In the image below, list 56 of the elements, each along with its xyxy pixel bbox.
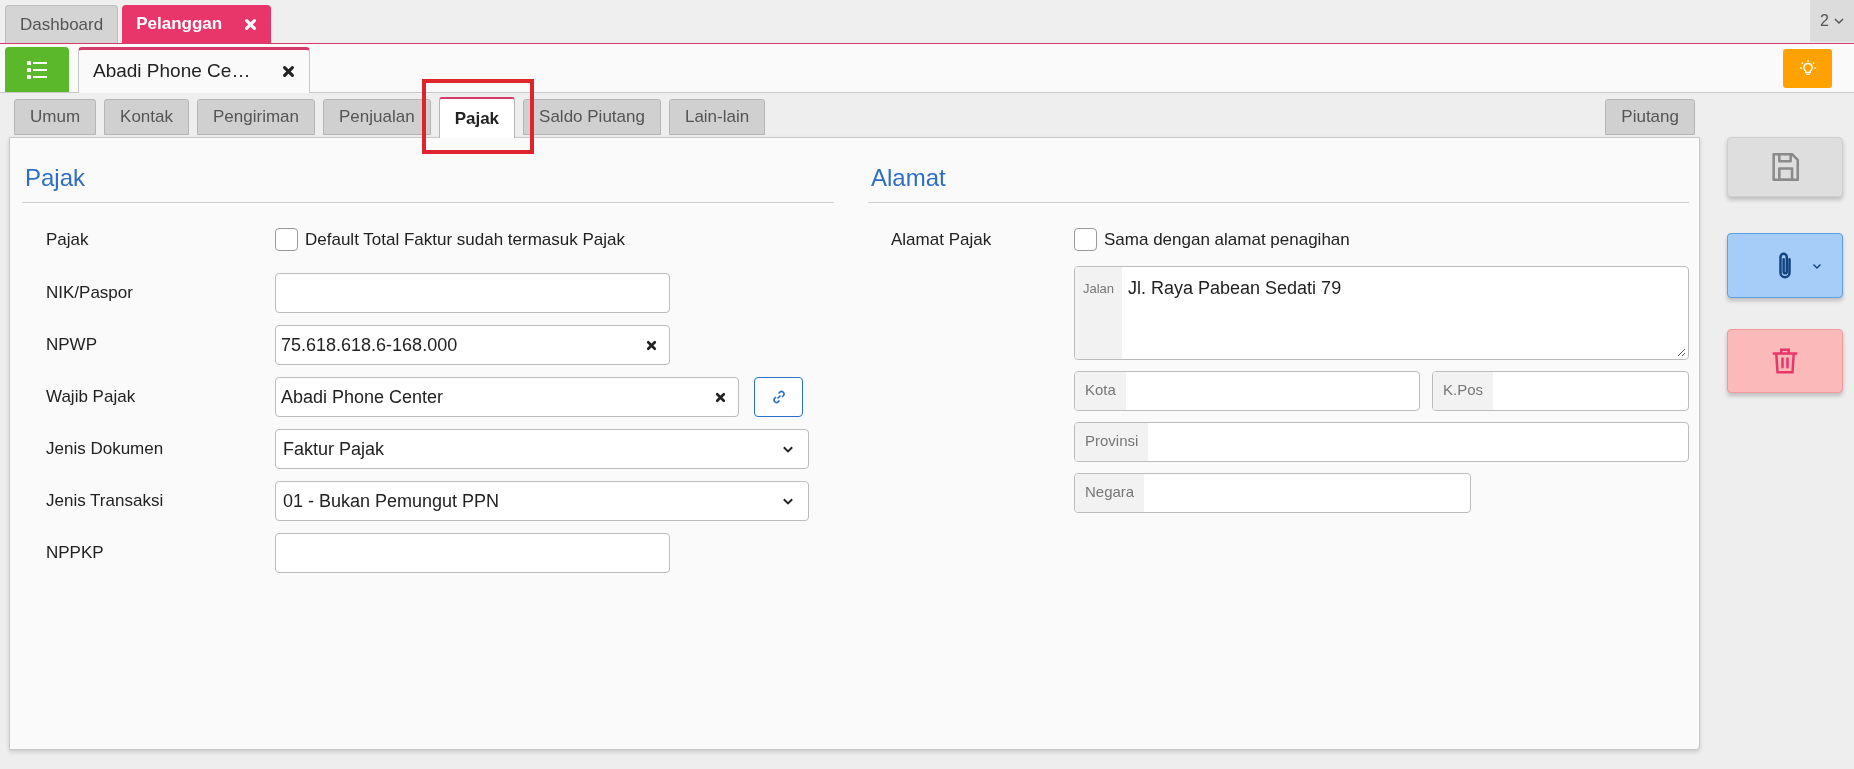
lightbulb-icon [1798,59,1817,77]
app-tab[interactable]: Pelanggan [122,5,272,43]
form-tab[interactable]: Piutang [1605,99,1695,135]
field-label: Alamat Pajak [890,229,993,251]
input-addon: Provinsi [1075,422,1149,461]
list-menu-button[interactable] [5,47,69,92]
checkbox-label: Sama dengan alamat penagihan [1104,229,1350,251]
form-tab[interactable]: Umum [14,99,97,135]
checkbox[interactable] [1074,228,1097,252]
form-tab[interactable]: Saldo Piutang [523,99,661,135]
field-label: Pajak [45,229,90,251]
street-textarea[interactable]: Jalan Jl. Raya Pabean Sedati 79 [1074,265,1689,360]
text-field[interactable]: 75.618.618.6-168.000 [275,325,670,365]
app-tab[interactable]: Dashboard [5,5,119,43]
form-tab[interactable]: Lain-lain [668,99,766,135]
clear-icon[interactable] [715,391,726,403]
text-field[interactable]: Kota [1074,370,1420,411]
form-tab[interactable]: Penjualan [323,99,431,135]
input-addon: Kota [1075,371,1126,410]
text-field[interactable]: K.Pos [1432,370,1689,411]
trash-icon [1770,346,1800,376]
section-heading: Pajak [22,160,834,203]
select-field[interactable]: 01 - Bukan Pemungut PPN [275,481,809,521]
list-icon [27,60,47,79]
tab-overflow-dropdown[interactable]: 2 [1810,0,1854,42]
resize-handle-icon[interactable] [1676,346,1686,357]
form-tab[interactable]: Pajak [438,97,516,138]
clear-icon[interactable] [646,339,657,351]
textarea-value: Jl. Raya Pabean Sedati 79 [1127,276,1342,300]
field-label: NIK/Paspor [45,282,134,305]
link-button[interactable] [754,377,803,417]
text-field[interactable]: Provinsi [1074,421,1689,462]
input-addon: K.Pos [1433,371,1494,410]
select-field[interactable]: Faktur Pajak [275,429,809,469]
form-tab[interactable]: Pengiriman [197,99,315,135]
input-addon: Jalan [1075,266,1122,359]
section-heading: Alamat [868,160,1689,203]
checkbox-label: Default Total Faktur sudah termasuk Pajak [305,229,625,251]
field-label: Jenis Dokumen [45,438,165,461]
field-label: Jenis Transaksi [45,490,165,513]
field-label: NPPKP [45,542,105,565]
form-tab[interactable]: Kontak [104,99,189,135]
delete-button[interactable] [1727,329,1843,393]
document-tab[interactable]: Abadi Phone Ce… [78,47,310,93]
checkbox[interactable] [275,228,298,252]
chevron-down-icon [1834,16,1844,26]
text-field[interactable] [275,533,670,573]
close-icon[interactable] [282,65,295,78]
text-field[interactable] [275,273,670,313]
text-field[interactable]: Negara [1074,472,1471,513]
input-addon: Negara [1075,473,1145,512]
link-icon [770,389,787,405]
text-field[interactable]: Abadi Phone Center [275,377,739,417]
field-label: NPWP [45,334,98,357]
field-label: Wajib Pajak [45,386,137,409]
attachment-button[interactable] [1727,233,1843,298]
